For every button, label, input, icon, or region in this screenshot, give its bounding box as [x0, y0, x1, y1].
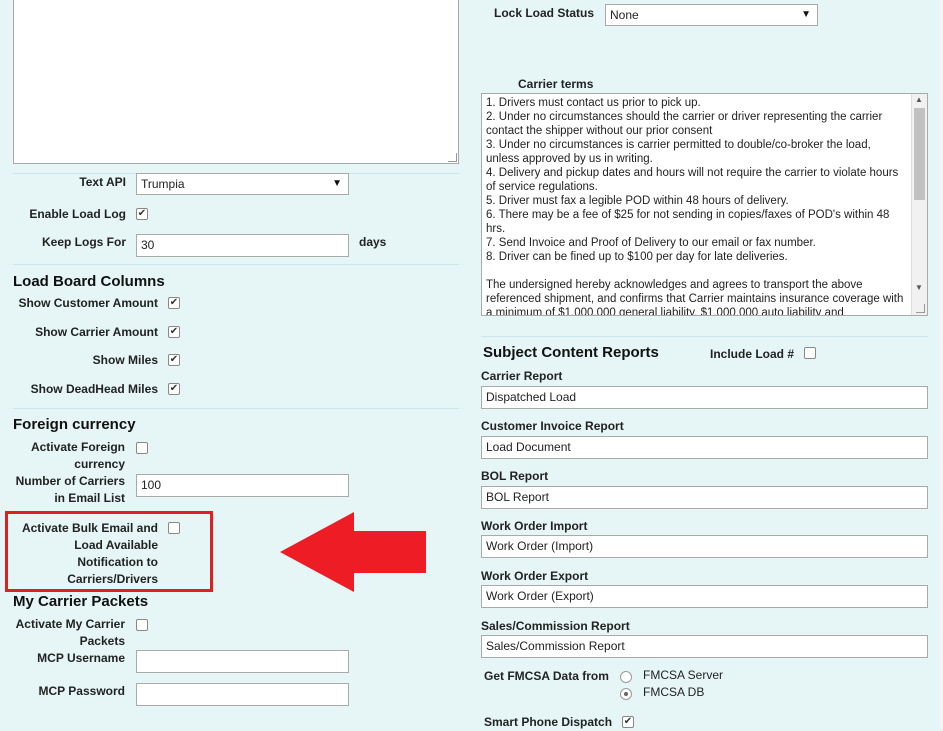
show-miles-label: Show Miles [92, 353, 158, 367]
carrier-report-input[interactable]: Dispatched Load [481, 386, 928, 409]
mcp-password-input[interactable] [136, 683, 349, 706]
carrier-report-label: Carrier Report [481, 369, 563, 383]
divider [13, 408, 459, 409]
activate-carrier-packets-label: Activate My Carrier Packets [13, 616, 125, 650]
keep-logs-unit: days [359, 235, 387, 249]
show-miles-checkbox[interactable]: ✔ [168, 354, 180, 366]
text-api-label: Text API [79, 175, 126, 189]
include-load-checkbox[interactable] [804, 347, 816, 359]
terms-scrollbar[interactable]: ▲ ▼ [911, 94, 927, 315]
smart-phone-dispatch-checkbox[interactable]: ✔ [622, 716, 634, 728]
activate-carrier-packets-checkbox[interactable] [136, 619, 148, 631]
carrier-terms-label: Carrier terms [518, 77, 594, 91]
bol-report-input[interactable]: BOL Report [481, 486, 928, 509]
lock-load-status-select[interactable]: None ▼ [605, 4, 818, 26]
mcp-username-input[interactable] [136, 650, 349, 673]
fmcsa-db-label: FMCSA DB [643, 685, 705, 699]
mcp-username-label: MCP Username [37, 651, 125, 665]
show-carrier-amount-label: Show Carrier Amount [35, 325, 158, 339]
sales-commission-report-label: Sales/Commission Report [481, 619, 630, 633]
resize-grip-icon[interactable] [448, 153, 457, 162]
fmcsa-server-label: FMCSA Server [643, 668, 724, 682]
fmcsa-db-radio[interactable] [620, 688, 632, 700]
resize-grip-icon[interactable] [916, 304, 925, 313]
mcp-password-label: MCP Password [38, 684, 125, 698]
bulk-email-line2: Load Available [74, 538, 158, 552]
number-of-carriers-input[interactable]: 100 [136, 474, 349, 497]
activate-carrier-packets-line1: Activate My Carrier [15, 617, 125, 631]
activate-bulk-email-checkbox[interactable] [168, 522, 180, 534]
customer-invoice-report-label: Customer Invoice Report [481, 419, 624, 433]
scroll-down-arrow-icon[interactable]: ▼ [915, 283, 923, 292]
subject-reports-title: Subject Content Reports [483, 344, 659, 361]
enable-load-log-label: Enable Load Log [29, 207, 126, 221]
dropdown-arrow-icon: ▼ [332, 178, 342, 189]
divider [481, 336, 928, 337]
work-order-import-input[interactable]: Work Order (Import) [481, 535, 928, 558]
scroll-thumb[interactable] [914, 108, 925, 200]
fmcsa-label: Get FMCSA Data from [484, 669, 609, 683]
text-api-select[interactable]: Trumpia ▼ [136, 173, 349, 195]
bol-report-label: BOL Report [481, 469, 549, 483]
notes-textarea[interactable] [13, 0, 459, 164]
number-of-carriers-line1: Number of Carriers [15, 474, 125, 488]
dropdown-arrow-icon: ▼ [801, 9, 811, 20]
work-order-export-label: Work Order Export [481, 569, 589, 583]
activate-foreign-currency-checkbox[interactable] [136, 442, 148, 454]
text-api-value: Trumpia [141, 177, 185, 191]
number-of-carriers-label: Number of Carriers in Email List [13, 473, 125, 507]
scroll-up-arrow-icon[interactable]: ▲ [915, 95, 923, 104]
red-arrow-icon [280, 512, 426, 592]
activate-foreign-currency-label: Activate Foreign currency [13, 439, 125, 473]
lock-load-status-label: Lock Load Status [493, 6, 594, 20]
show-customer-amount-checkbox[interactable]: ✔ [168, 297, 180, 309]
divider [13, 264, 459, 265]
activate-foreign-currency-line1: Activate Foreign [30, 440, 125, 454]
carrier-packets-title: My Carrier Packets [13, 593, 149, 610]
fmcsa-server-radio[interactable] [620, 671, 632, 683]
activate-foreign-currency-line2: currency [74, 457, 125, 471]
activate-bulk-email-label: Activate Bulk Email and Load Available N… [13, 520, 158, 588]
show-carrier-amount-checkbox[interactable]: ✔ [168, 326, 180, 338]
bulk-email-line4: Carriers/Drivers [67, 572, 158, 586]
keep-logs-label: Keep Logs For [41, 235, 126, 249]
activate-carrier-packets-line2: Packets [79, 634, 125, 648]
show-customer-amount-label: Show Customer Amount [18, 296, 158, 310]
bulk-email-line1: Activate Bulk Email and [21, 521, 158, 535]
sales-commission-report-input[interactable]: Sales/Commission Report [481, 635, 928, 658]
work-order-export-input[interactable]: Work Order (Export) [481, 585, 928, 608]
customer-invoice-report-input[interactable]: Load Document [481, 436, 928, 459]
carrier-terms-text: 1. Drivers must contact us prior to pick… [486, 97, 904, 316]
show-deadhead-miles-checkbox[interactable]: ✔ [168, 383, 180, 395]
keep-logs-input[interactable]: 30 [136, 234, 349, 257]
load-board-title: Load Board Columns [13, 273, 165, 290]
number-of-carriers-line2: in Email List [54, 491, 125, 505]
include-load-label: Include Load # [710, 347, 795, 361]
lock-load-status-value: None [610, 8, 639, 22]
foreign-currency-title: Foreign currency [13, 416, 136, 433]
carrier-terms-textarea[interactable]: 1. Drivers must contact us prior to pick… [481, 93, 928, 316]
bulk-email-line3: Notification to [77, 555, 158, 569]
work-order-import-label: Work Order Import [481, 519, 588, 533]
smart-phone-dispatch-label: Smart Phone Dispatch [484, 715, 613, 729]
show-deadhead-miles-label: Show DeadHead Miles [30, 382, 158, 396]
enable-load-log-checkbox[interactable]: ✔ [136, 208, 148, 220]
